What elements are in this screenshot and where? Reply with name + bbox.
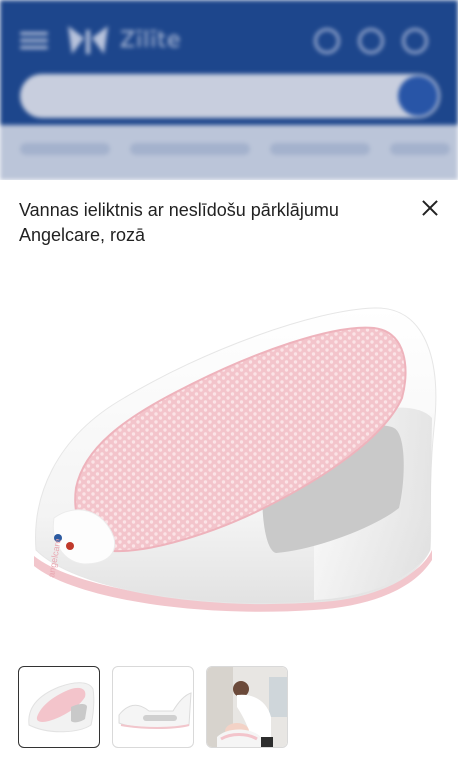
close-icon[interactable] (416, 194, 444, 222)
product-title: Vannas ieliktnis ar neslīdošu pārklājumu… (19, 200, 339, 245)
modal-backdrop[interactable] (0, 0, 458, 180)
product-gallery-modal: Vannas ieliktnis ar neslīdošu pārklājumu… (0, 180, 458, 768)
thumbnail-parent-with-baby[interactable] (206, 666, 288, 748)
thumbnail-bath-seat-side[interactable] (112, 666, 194, 748)
thumbnail-image (207, 667, 287, 747)
background-page: Zīlīte (0, 0, 458, 180)
thumbnail-strip (18, 666, 298, 750)
main-product-image: angelcare (34, 307, 437, 612)
thumbnail-bath-seat-angle[interactable] (18, 666, 100, 748)
thumbnail-image (28, 682, 95, 733)
thumbnail-image (118, 692, 192, 729)
